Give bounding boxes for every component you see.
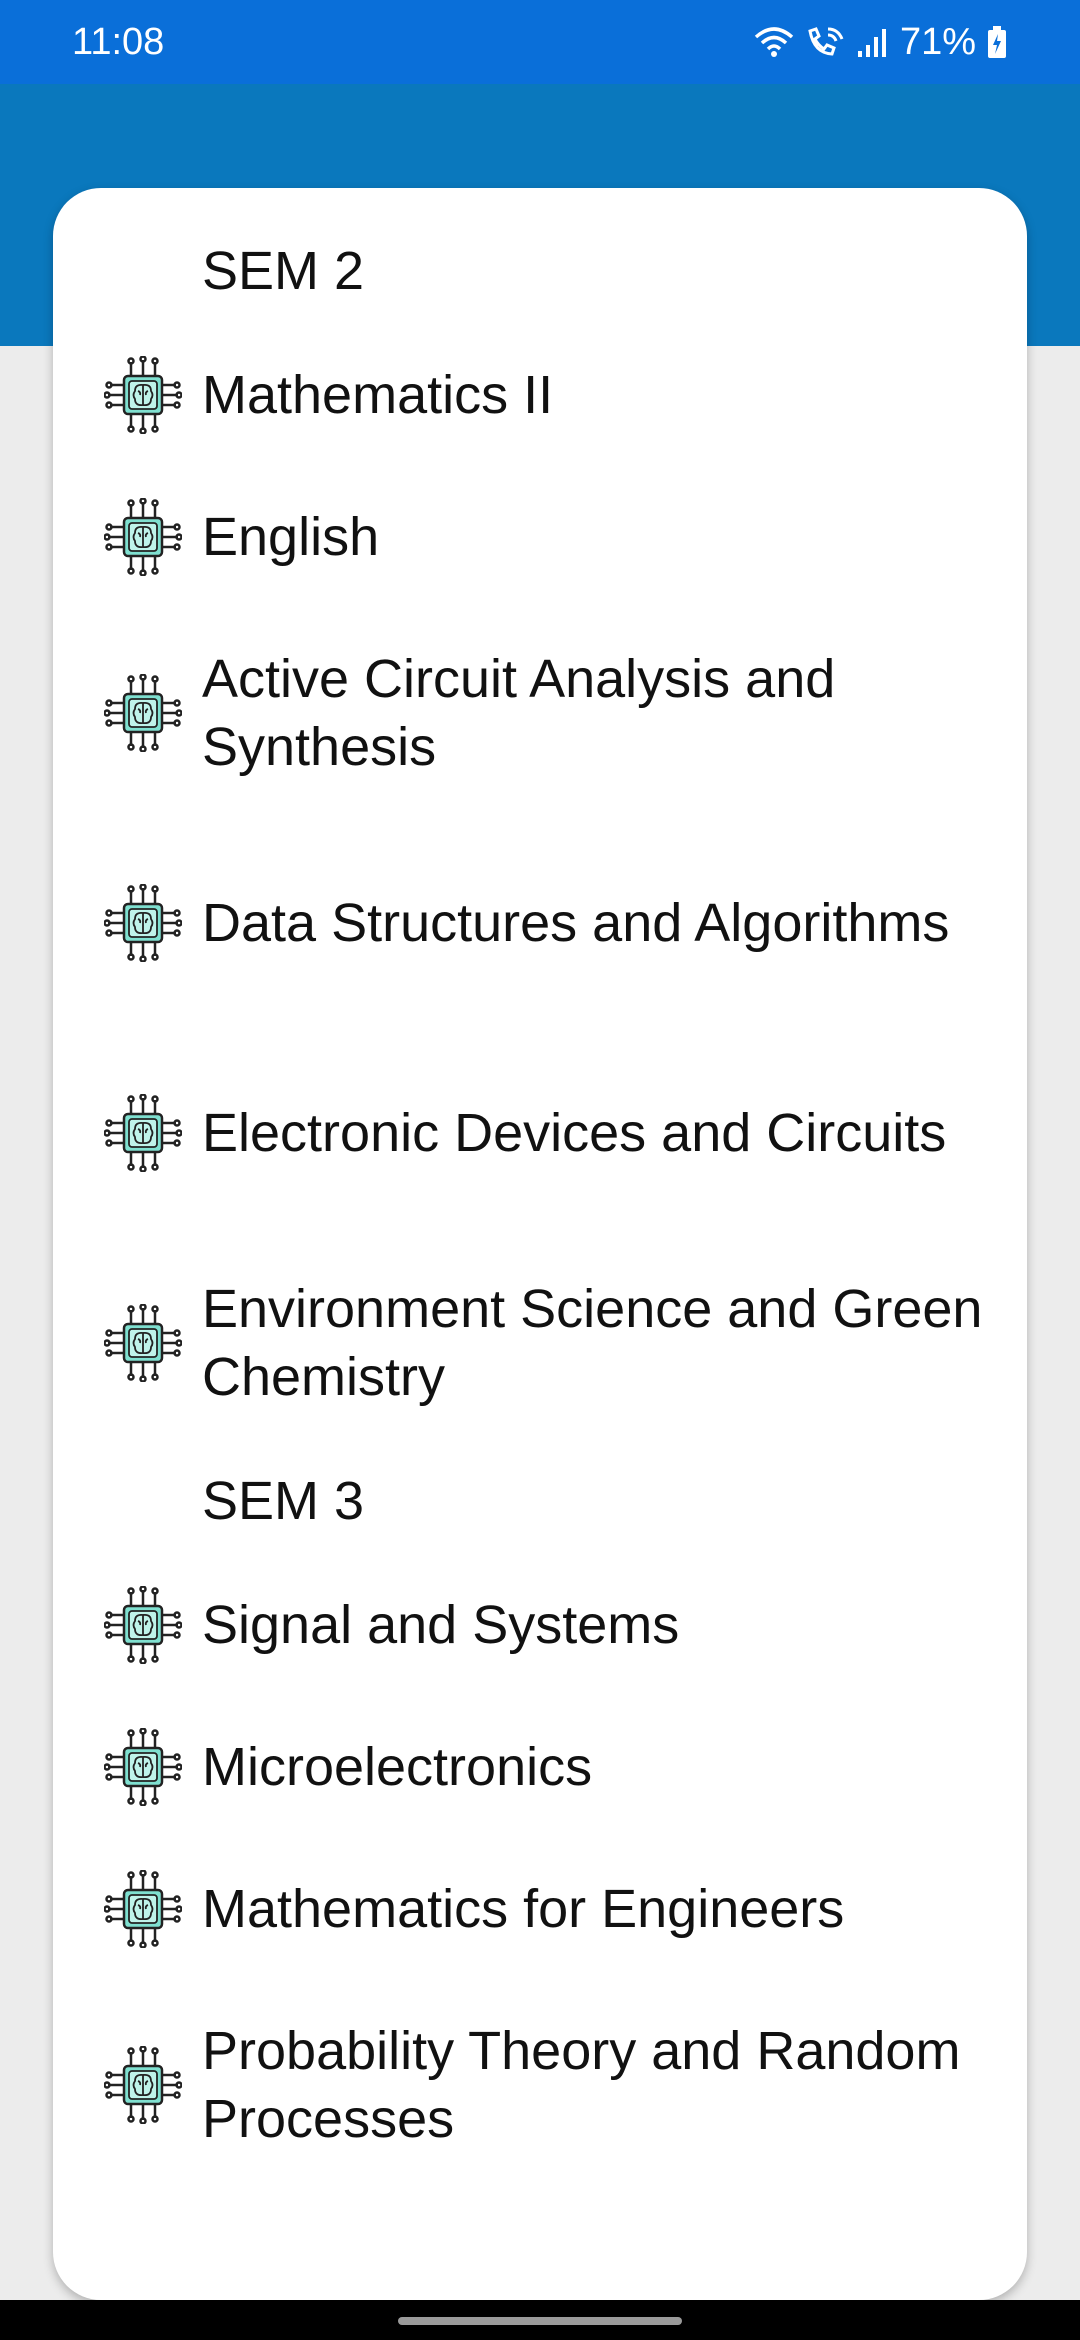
signal-icon (856, 25, 890, 59)
subject-label: Signal and Systems (202, 1595, 680, 1655)
subject-label: Active Circuit Analysis and Synthesis (202, 649, 836, 777)
subject-item[interactable]: Electronic Devices and Circuits (53, 1028, 1027, 1238)
subject-label: Mathematics for Engineers (202, 1879, 845, 1939)
section-header-sem-2: SEM 2 (202, 241, 365, 301)
chip-brain-icon (104, 674, 182, 752)
status-time: 11:08 (72, 20, 165, 63)
home-indicator[interactable] (398, 2317, 682, 2325)
chip-brain-icon (104, 884, 182, 962)
subject-item[interactable]: Signal and Systems (53, 1554, 1027, 1696)
subject-label: Data Structures and Algorithms (202, 893, 950, 953)
subject-item[interactable]: Environment Science and Green Chemistry (53, 1238, 1027, 1448)
subject-item[interactable]: English (53, 466, 1027, 608)
subject-label: Environment Science and Green Chemistry (202, 1279, 983, 1407)
chip-brain-icon (104, 1094, 182, 1172)
status-bar: 11:08 71% (0, 0, 1080, 84)
subjects-card: SEM 2 Mathematics II English Active Circ… (53, 188, 1027, 2300)
wifi-call-icon (804, 25, 846, 59)
subject-label: Probability Theory and Random Processes (202, 2021, 961, 2149)
subject-label: Microelectronics (202, 1737, 593, 1797)
battery-charging-icon (986, 25, 1008, 59)
chip-brain-icon (104, 1586, 182, 1664)
battery-percent: 71% (899, 20, 976, 63)
subject-item[interactable]: Active Circuit Analysis and Synthesis (53, 608, 1027, 818)
chip-brain-icon (104, 2046, 182, 2124)
wifi-icon (754, 25, 794, 59)
section-header-sem-3: SEM 3 (202, 1471, 365, 1531)
subject-label: English (202, 507, 380, 567)
subject-item[interactable]: Mathematics for Engineers (53, 1838, 1027, 1980)
subject-label: Mathematics II (202, 365, 554, 425)
chip-brain-icon (104, 1870, 182, 1948)
chip-brain-icon (104, 498, 182, 576)
chip-brain-icon (104, 356, 182, 434)
status-icons: 71% (754, 21, 1008, 64)
chip-brain-icon (104, 1728, 182, 1806)
subject-item[interactable]: Microelectronics (53, 1696, 1027, 1838)
chip-brain-icon (104, 1304, 182, 1382)
subject-item[interactable]: Data Structures and Algorithms (53, 818, 1027, 1028)
subject-item[interactable]: Mathematics II (53, 324, 1027, 466)
subject-label: Electronic Devices and Circuits (202, 1103, 947, 1163)
subject-item[interactable]: Probability Theory and Random Processes (53, 1980, 1027, 2190)
